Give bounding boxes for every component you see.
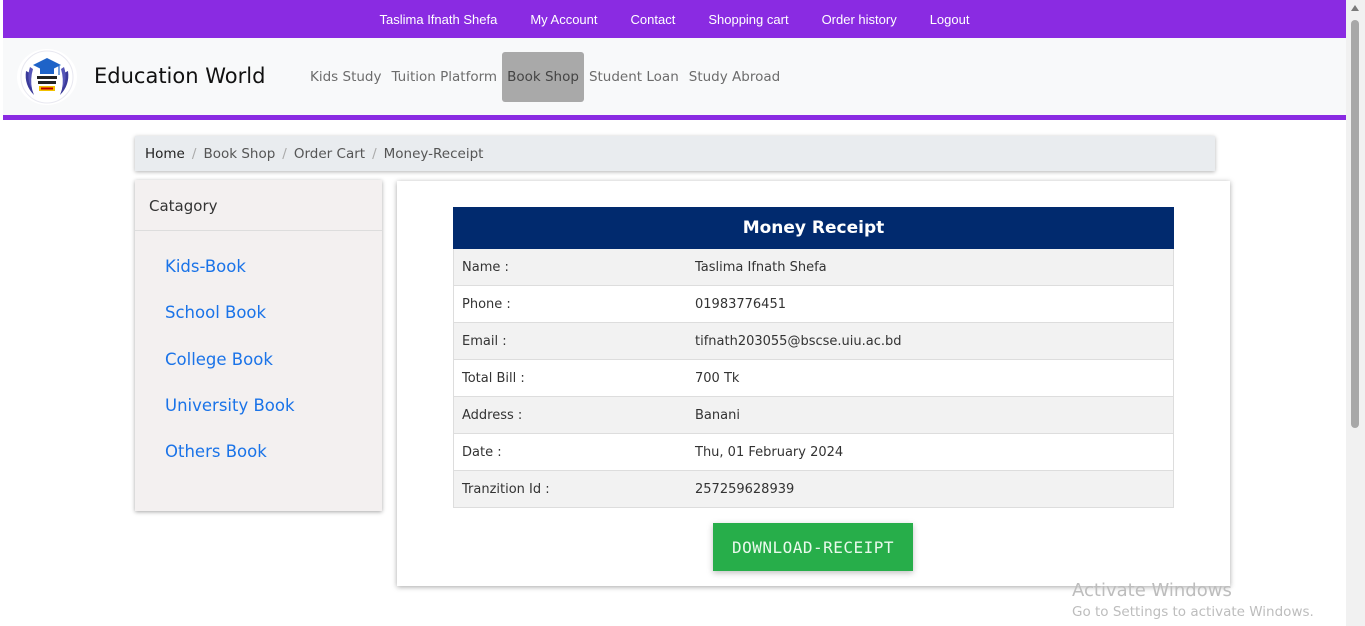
watermark-line-1: Activate Windows [1072, 580, 1232, 601]
receipt-label: Address : [462, 407, 523, 423]
topbar-user-name[interactable]: Taslima Ifnath Shefa [363, 12, 514, 27]
receipt-value: Banani [695, 407, 740, 423]
breadcrumb-home[interactable]: Home [145, 146, 185, 162]
list-item: College Book [165, 350, 382, 396]
table-row: Total Bill : 700 Tk [453, 360, 1174, 397]
topbar-order-history[interactable]: Order history [805, 12, 913, 27]
site-header: Education World Kids Study Tuition Platf… [3, 38, 1346, 115]
table-row: Address : Banani [453, 397, 1174, 434]
receipt-panel: Money Receipt Name : Taslima Ifnath Shef… [397, 181, 1230, 586]
receipt-title: Money Receipt [453, 207, 1174, 249]
receipt-label: Phone : [462, 296, 511, 312]
money-receipt-table: Money Receipt Name : Taslima Ifnath Shef… [453, 207, 1174, 508]
topbar-shopping-cart[interactable]: Shopping cart [692, 12, 805, 27]
activate-windows-watermark: Activate Windows Go to Settings to activ… [1072, 580, 1314, 620]
breadcrumb-separator: / [372, 145, 377, 162]
download-receipt-button[interactable]: DOWNLOAD-RECEIPT [713, 523, 913, 571]
vertical-scrollbar[interactable] [1346, 0, 1365, 626]
list-item: Kids-Book [165, 257, 382, 303]
receipt-label: Date : [462, 444, 502, 460]
header-divider [3, 115, 1346, 120]
topbar-logout[interactable]: Logout [913, 12, 986, 27]
receipt-value: 700 Tk [695, 370, 740, 386]
site-logo[interactable] [17, 49, 77, 105]
nav-kids-study[interactable]: Kids Study [305, 52, 386, 102]
top-nav-bar: Taslima Ifnath Shefa My Account Contact … [3, 0, 1346, 38]
scroll-up-arrow-icon[interactable] [1351, 5, 1359, 11]
receipt-label: Name : [462, 259, 509, 275]
page: Taslima Ifnath Shefa My Account Contact … [0, 0, 1365, 626]
list-item: Others Book [165, 442, 382, 488]
topbar-my-account[interactable]: My Account [514, 12, 614, 27]
receipt-value: Thu, 01 February 2024 [695, 444, 844, 460]
receipt-label: Total Bill : [462, 370, 525, 386]
watermark-line-2: Go to Settings to activate Windows. [1072, 604, 1314, 620]
category-college-book[interactable]: College Book [165, 350, 273, 369]
nav-study-abroad[interactable]: Study Abroad [684, 52, 785, 102]
receipt-value: 257259628939 [695, 481, 795, 497]
main-nav: Kids Study Tuition Platform Book Shop St… [305, 52, 785, 102]
breadcrumb-book-shop[interactable]: Book Shop [203, 146, 275, 162]
nav-tuition-platform[interactable]: Tuition Platform [386, 52, 502, 102]
table-row: Tranzition Id : 257259628939 [453, 471, 1174, 508]
receipt-value: Taslima Ifnath Shefa [695, 259, 827, 275]
brand-name[interactable]: Education World [94, 64, 265, 88]
table-row: Date : Thu, 01 February 2024 [453, 434, 1174, 471]
category-school-book[interactable]: School Book [165, 303, 266, 322]
receipt-value: 01983776451 [695, 296, 786, 312]
category-others-book[interactable]: Others Book [165, 442, 267, 461]
category-panel: Catagory Kids-Book School Book College B… [135, 180, 382, 511]
scrollbar-thumb[interactable] [1351, 20, 1359, 428]
breadcrumb-separator: / [282, 145, 287, 162]
graduation-cap-icon [20, 50, 74, 104]
nav-student-loan[interactable]: Student Loan [584, 52, 684, 102]
table-row: Email : tifnath203055@bscse.uiu.ac.bd [453, 323, 1174, 360]
breadcrumb-current: Money-Receipt [383, 145, 484, 162]
receipt-label: Tranzition Id : [462, 481, 550, 497]
list-item: School Book [165, 303, 382, 349]
category-title: Catagory [135, 180, 382, 231]
receipt-value: tifnath203055@bscse.uiu.ac.bd [695, 333, 902, 349]
topbar-contact[interactable]: Contact [614, 12, 692, 27]
breadcrumb-order-cart[interactable]: Order Cart [294, 146, 365, 162]
breadcrumb-separator: / [191, 145, 197, 162]
breadcrumb: Home / Book Shop / Order Cart / Money-Re… [135, 136, 1215, 171]
category-university-book[interactable]: University Book [165, 396, 295, 415]
table-row: Name : Taslima Ifnath Shefa [453, 249, 1174, 286]
nav-book-shop[interactable]: Book Shop [502, 52, 584, 102]
receipt-label: Email : [462, 333, 507, 349]
table-row: Phone : 01983776451 [453, 286, 1174, 323]
list-item: University Book [165, 396, 382, 442]
category-kids-book[interactable]: Kids-Book [165, 257, 246, 276]
category-list: Kids-Book School Book College Book Unive… [135, 231, 382, 488]
